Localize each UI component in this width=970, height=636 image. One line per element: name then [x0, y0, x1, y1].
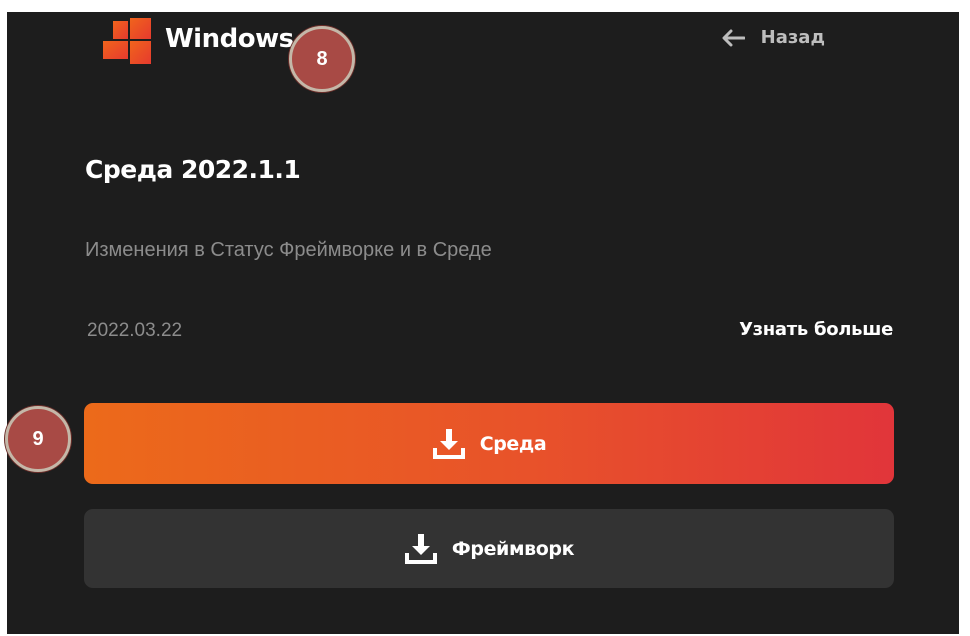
annotation-marker-9: 9: [5, 406, 71, 472]
download-framework-button[interactable]: Фреймворк: [84, 509, 894, 588]
download-framework-label: Фреймворк: [451, 537, 575, 560]
annotation-marker-8: 8: [289, 26, 355, 92]
download-panel: Windows Назад Среда 2022.1.1 Изменения в…: [7, 12, 959, 634]
arrow-left-icon: [722, 29, 745, 46]
learn-more-link[interactable]: Узнать больше: [739, 319, 893, 340]
windows-logo-icon[interactable]: [101, 16, 151, 66]
download-icon: [432, 428, 465, 459]
back-label: Назад: [760, 27, 825, 48]
back-link[interactable]: Назад: [721, 27, 825, 48]
release-description: Изменения в Статус Фреймворке и в Среде: [85, 239, 492, 261]
download-icon: [404, 533, 437, 564]
download-environment-label: Среда: [479, 432, 547, 455]
release-title: Среда 2022.1.1: [85, 155, 301, 184]
header: Windows Назад: [7, 12, 959, 72]
logo-text[interactable]: Windows: [165, 24, 294, 54]
download-environment-button[interactable]: Среда: [84, 403, 894, 484]
release-date: 2022.03.22: [87, 320, 183, 341]
